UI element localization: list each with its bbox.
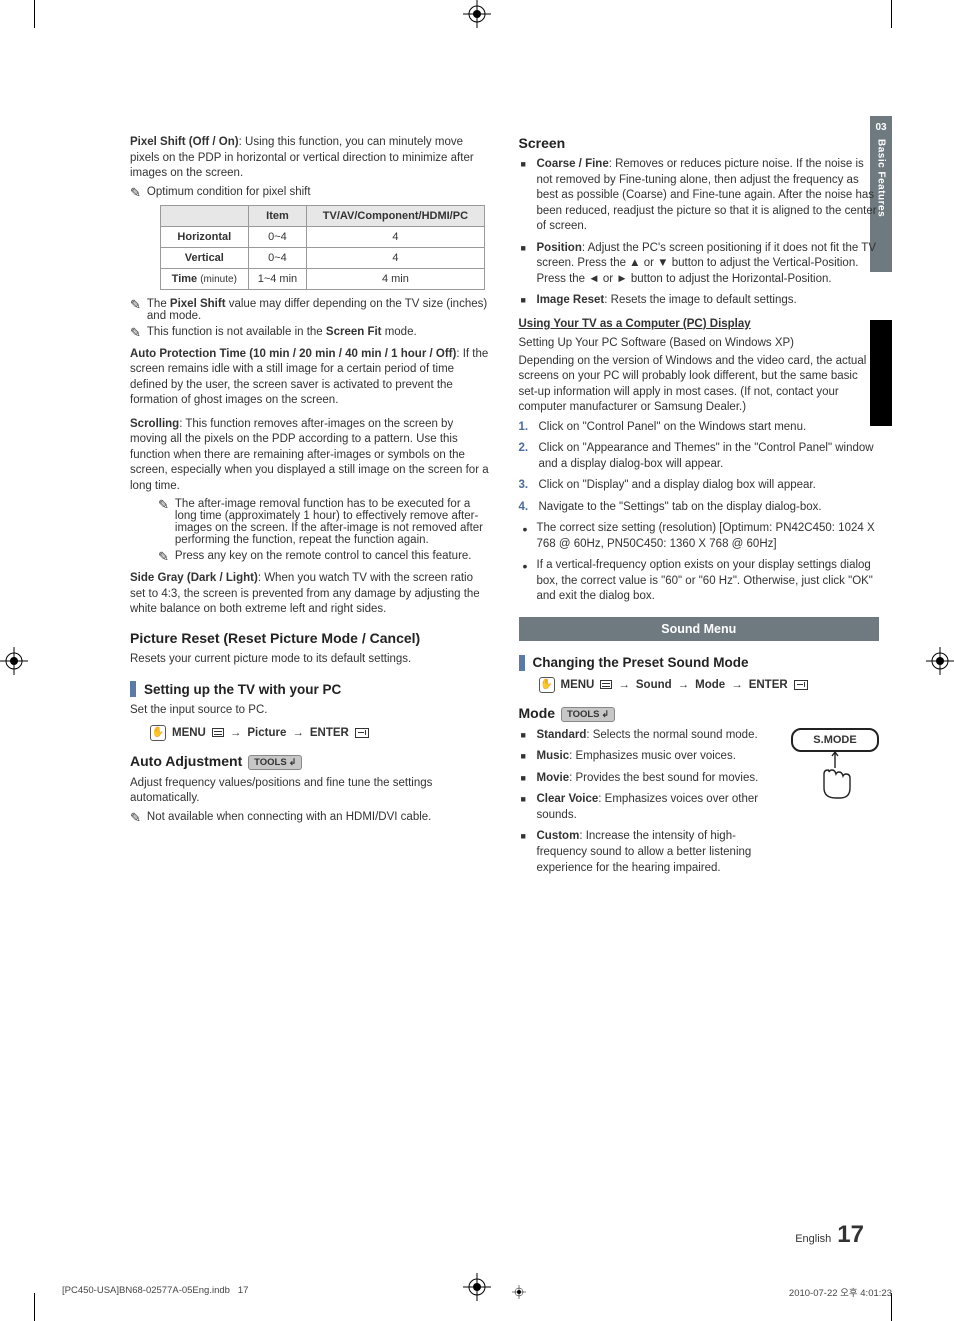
- list-item: Click on "Display" and a display dialog …: [519, 478, 880, 494]
- note-text: Not available when connecting with an HD…: [147, 811, 491, 823]
- press-icon: ✋: [150, 725, 166, 741]
- pixel-shift-lead: Pixel Shift (Off / On): Using this funct…: [130, 135, 491, 182]
- pc-display-sub: Setting Up Your PC Software (Based on Wi…: [519, 336, 880, 352]
- picture-reset-heading: Picture Reset (Reset Picture Mode / Canc…: [130, 630, 491, 646]
- menu-icon: [600, 680, 612, 689]
- table-header-item: Item: [248, 205, 307, 226]
- list-item: Clear Voice: Emphasizes voices over othe…: [519, 792, 786, 823]
- note-icon: ✎: [158, 498, 169, 511]
- picture-reset-desc: Resets your current picture mode to its …: [130, 652, 491, 668]
- note-icon: ✎: [130, 811, 141, 824]
- list-item: If a vertical-frequency option exists on…: [519, 558, 880, 605]
- pixel-shift-table: Item TV/AV/Component/HDMI/PC Horizontal …: [160, 205, 485, 290]
- enter-icon: [794, 680, 808, 690]
- smode-figure: S.MODE: [791, 728, 879, 802]
- list-item: Image Reset: Resets the image to default…: [519, 293, 880, 309]
- scrolling-paragraph: Scrolling: This function removes after-i…: [130, 417, 491, 495]
- press-icon: ✋: [539, 677, 555, 693]
- table-row: Horizontal 0~4 4: [161, 226, 485, 247]
- mode-heading: Mode TOOLS: [519, 705, 880, 722]
- pc-display-heading: Using Your TV as a Computer (PC) Display: [519, 317, 880, 333]
- table-header-blank: [161, 205, 249, 226]
- side-gray-paragraph: Side Gray (Dark / Light): When you watch…: [130, 571, 491, 618]
- sound-menu-banner: Sound Menu: [519, 617, 880, 641]
- list-item: Navigate to the "Settings" tab on the di…: [519, 500, 880, 516]
- menu-path: ✋ MENU → Sound → Mode → ENTER: [539, 677, 880, 693]
- tools-badge: TOOLS: [248, 755, 302, 770]
- imposition-timestamp: 2010-07-22 오후 4:01:23: [789, 1285, 892, 1299]
- table-row: Vertical 0~4 4: [161, 247, 485, 268]
- note-text: Press any key on the remote control to c…: [175, 550, 491, 562]
- menu-path: ✋ MENU → Picture → ENTER: [150, 725, 491, 741]
- list-item: Music: Emphasizes music over voices.: [519, 749, 786, 765]
- auto-adjustment-heading: Auto Adjustment TOOLS: [130, 753, 491, 770]
- imposition-file: [PC450-USA]BN68-02577A-05Eng.indb 17: [62, 1285, 248, 1299]
- preset-sound-heading: Changing the Preset Sound Mode: [533, 655, 749, 670]
- list-item: Click on "Appearance and Themes" in the …: [519, 441, 880, 472]
- hand-icon: [791, 748, 879, 802]
- auto-adjustment-desc: Adjust frequency values/positions and fi…: [130, 776, 491, 807]
- footer-language: English: [795, 1233, 831, 1245]
- pc-setup-heading: Setting up the TV with your PC: [144, 682, 341, 697]
- tools-badge: TOOLS: [561, 707, 615, 722]
- heading-bar-icon: [130, 681, 136, 697]
- heading-bar-icon: [519, 655, 525, 671]
- table-header-comp: TV/AV/Component/HDMI/PC: [307, 205, 484, 226]
- list-item: Click on "Control Panel" on the Windows …: [519, 420, 880, 436]
- screen-list: Coarse / Fine: Removes or reduces pictur…: [519, 157, 880, 309]
- auto-protection-paragraph: Auto Protection Time (10 min / 20 min / …: [130, 347, 491, 409]
- note-text: The Pixel Shift value may differ dependi…: [147, 298, 491, 322]
- registration-mark-icon: [512, 1285, 526, 1299]
- note-text: This function is not available in the Sc…: [147, 326, 491, 338]
- note-text: Optimum condition for pixel shift: [147, 186, 491, 198]
- list-item: Position: Adjust the PC's screen positio…: [519, 241, 880, 288]
- note-icon: ✎: [130, 186, 141, 199]
- enter-icon: [355, 728, 369, 738]
- list-item: Coarse / Fine: Removes or reduces pictur…: [519, 157, 880, 235]
- list-item: Standard: Selects the normal sound mode.: [519, 728, 786, 744]
- imposition-footer: [PC450-USA]BN68-02577A-05Eng.indb 17 201…: [62, 1285, 892, 1299]
- table-row: Time (minute) 1~4 min 4 min: [161, 268, 485, 289]
- list-item: Custom: Increase the intensity of high-f…: [519, 829, 786, 876]
- mode-list: Standard: Selects the normal sound mode.…: [519, 728, 786, 876]
- menu-icon: [212, 728, 224, 737]
- pc-display-desc: Depending on the version of Windows and …: [519, 354, 880, 416]
- pc-setup-desc: Set the input source to PC.: [130, 703, 491, 719]
- pc-steps: Click on "Control Panel" on the Windows …: [519, 420, 880, 516]
- screen-heading: Screen: [519, 135, 880, 151]
- footer-page-number: 17: [837, 1221, 864, 1249]
- note-icon: ✎: [158, 550, 169, 563]
- pixel-shift-label: Pixel Shift (Off / On): [130, 136, 239, 148]
- note-icon: ✎: [130, 326, 141, 339]
- list-item: Movie: Provides the best sound for movie…: [519, 771, 786, 787]
- note-text: The after-image removal function has to …: [175, 498, 491, 546]
- note-icon: ✎: [130, 298, 141, 311]
- pc-bullets: The correct size setting (resolution) [O…: [519, 521, 880, 605]
- list-item: The correct size setting (resolution) [O…: [519, 521, 880, 552]
